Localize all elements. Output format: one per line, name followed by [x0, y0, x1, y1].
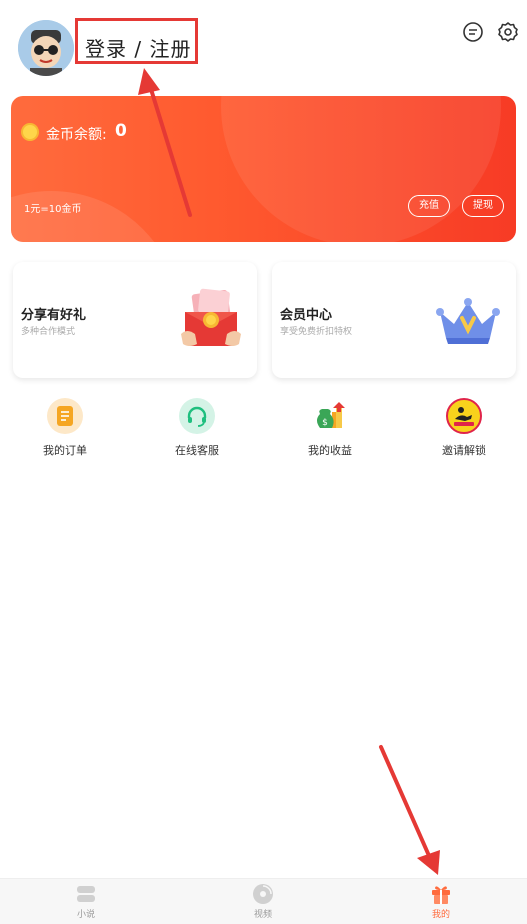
headset-icon: [179, 398, 215, 434]
crown-icon: [434, 294, 502, 350]
my-orders-label: 我的订单: [43, 444, 87, 457]
my-earnings-label: 我的收益: [308, 444, 352, 457]
avatar[interactable]: [18, 20, 74, 76]
coin-balance-card: [11, 96, 516, 242]
invite-icon: [446, 398, 482, 434]
withdraw-button[interactable]: 提现: [462, 195, 504, 217]
online-service-button[interactable]: 在线客服: [157, 398, 237, 458]
avatar-cartoon-icon: [18, 20, 74, 76]
login-register-link[interactable]: 登录 / 注册: [85, 35, 191, 63]
invite-unlock-label: 邀请解锁: [442, 444, 486, 457]
message-icon[interactable]: [462, 21, 484, 43]
recharge-button[interactable]: 充值: [408, 195, 450, 217]
red-envelope-icon: [179, 288, 243, 356]
disc-icon: [252, 883, 274, 905]
nav-tab-mine-label: 我的: [431, 910, 450, 920]
bottom-nav: 小说 视频 我的: [0, 878, 527, 924]
money-bag-icon: $: [312, 398, 348, 434]
vip-center-title: 会员中心: [280, 308, 333, 323]
coin-icon: [21, 123, 39, 141]
arrow-to-mine-tab: [379, 745, 440, 875]
svg-text:$: $: [322, 418, 328, 428]
share-gift-title: 分享有好礼: [21, 308, 87, 323]
nav-tab-video-label: 视频: [253, 910, 272, 920]
invite-unlock-button[interactable]: 邀请解锁: [424, 398, 504, 458]
order-icon: [47, 398, 83, 434]
vip-center-subtitle: 享受免费折扣特权: [280, 327, 353, 337]
gear-icon[interactable]: [497, 21, 519, 43]
my-earnings-button[interactable]: $ 我的收益: [290, 398, 370, 458]
my-orders-button[interactable]: 我的订单: [25, 398, 105, 458]
share-gift-card[interactable]: 分享有好礼 多种合作模式: [13, 262, 257, 378]
nav-tab-mine[interactable]: 我的: [411, 883, 471, 920]
coin-balance-value: 0: [115, 121, 127, 141]
nav-tab-novel-label: 小说: [76, 910, 95, 920]
share-gift-subtitle: 多种合作模式: [21, 327, 76, 337]
nav-tab-video[interactable]: 视频: [233, 883, 293, 920]
exchange-rate-text: 1元=10金币: [24, 204, 82, 215]
online-service-label: 在线客服: [175, 444, 219, 457]
vip-center-card[interactable]: 会员中心 享受免费折扣特权: [272, 262, 516, 378]
book-icon: [75, 883, 97, 905]
nav-tab-novel[interactable]: 小说: [56, 883, 116, 920]
gift-icon: [430, 883, 452, 905]
coin-balance-label: 金币余额:: [46, 127, 107, 143]
